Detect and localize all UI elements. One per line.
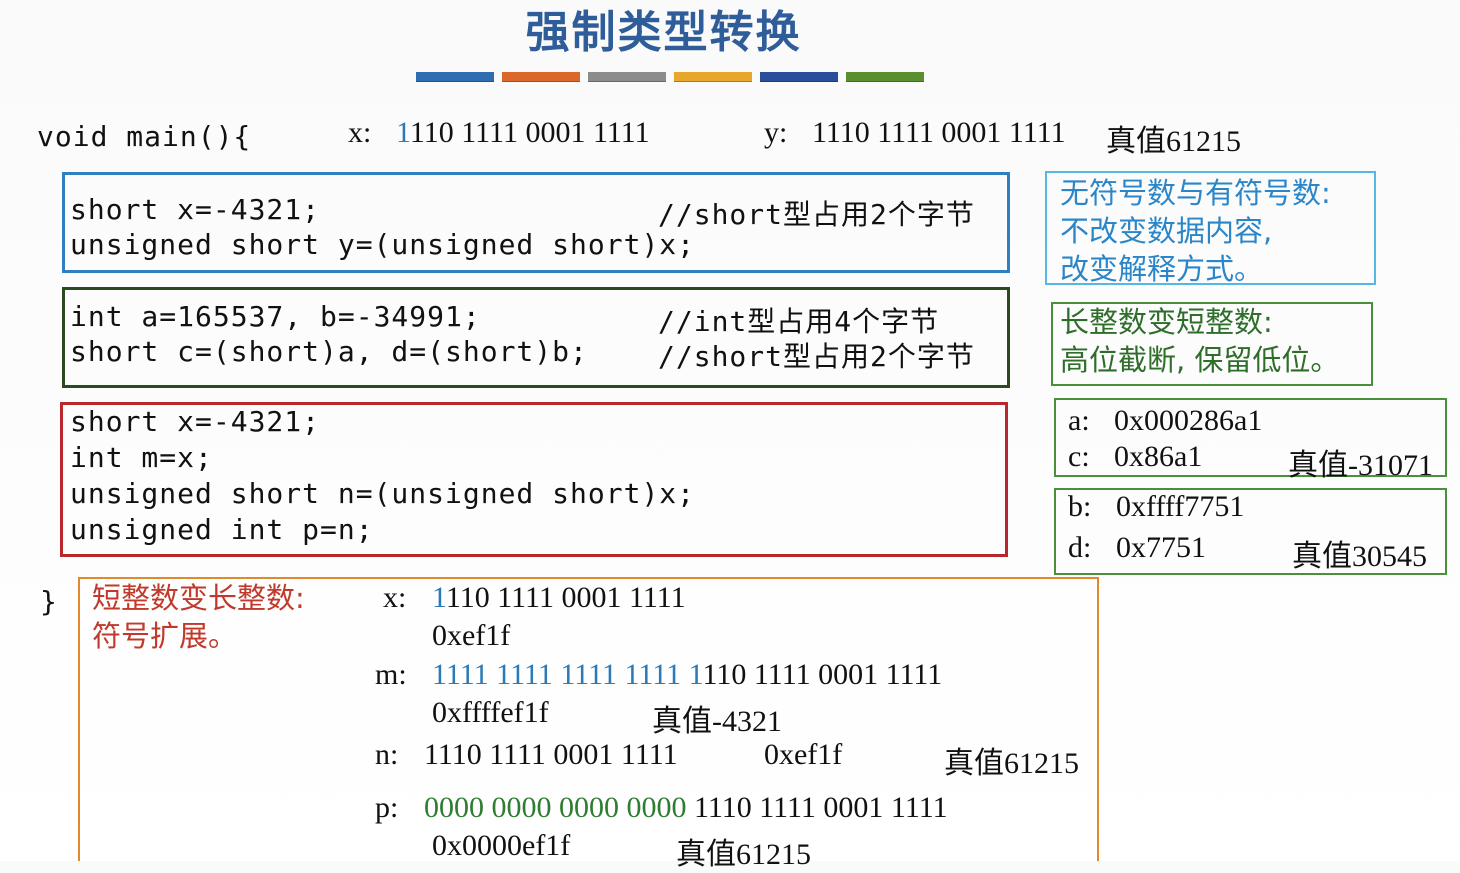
accent-bar — [588, 72, 666, 82]
note-line: 符号扩展。 — [92, 619, 238, 653]
ext-m-sign-extension: 1111 1111 1111 1111 — [432, 658, 682, 691]
code-comment: //int型占用4个字节 — [658, 305, 940, 338]
accent-bar — [846, 72, 924, 82]
ext-p-label: p: — [375, 791, 399, 824]
y-binary-value: 1110 1111 0001 1111 — [812, 116, 1066, 149]
ext-x-sign-bit: 1 — [432, 581, 446, 614]
ext-x-label: x: — [383, 581, 407, 614]
code-line: short x=-4321; — [70, 405, 321, 438]
accent-bar — [502, 72, 580, 82]
c-hex-value: 0x86a1 — [1114, 440, 1203, 473]
code-line: unsigned int p=n; — [70, 513, 374, 546]
y-label: y: — [764, 116, 788, 149]
d-true-value: 真值30545 — [1292, 540, 1427, 573]
ext-m-true-value: 真值-4321 — [652, 705, 782, 738]
ext-m-hex: 0xffffef1f — [432, 696, 549, 729]
ext-m-binary: 1111 1111 1111 1111 1110 1111 0001 1111 — [432, 658, 942, 692]
ext-x-binary: 1110 1111 0001 1111 — [432, 581, 686, 615]
note-line: 不改变数据内容, — [1060, 214, 1273, 248]
ext-p-zero-extension: 0000 0000 0000 0000 — [424, 791, 687, 824]
ext-n-hex: 0xef1f — [764, 738, 843, 771]
ext-m-label: m: — [375, 658, 407, 691]
note-line: 高位截断, 保留低位。 — [1060, 343, 1340, 377]
a-hex-value: 0x000286a1 — [1114, 404, 1263, 437]
ext-m-binary-rest: 110 1111 0001 1111 — [702, 658, 943, 691]
note-line: 长整数变短整数: — [1060, 305, 1273, 339]
c-label: c: — [1068, 440, 1090, 473]
code-line: unsigned short y=(unsigned short)x; — [70, 228, 696, 261]
ext-n-true-value: 真值61215 — [944, 747, 1079, 780]
page-title: 强制类型转换 — [525, 7, 802, 58]
ext-m-sign-bit: 1 — [688, 658, 703, 691]
x-sign-bit: 1 — [396, 116, 410, 149]
note-line: 无符号数与有符号数: — [1060, 176, 1331, 210]
note-line: 改变解释方式。 — [1060, 252, 1264, 286]
note-line: 短整数变长整数: — [92, 581, 305, 615]
b-hex-value: 0xffff7751 — [1116, 490, 1245, 523]
code-comment: //short型占用2个字节 — [658, 340, 975, 373]
y-true-value: 真值61215 — [1106, 125, 1241, 158]
b-label: b: — [1068, 490, 1092, 523]
code-line: int a=165537, b=-34991; — [70, 300, 481, 333]
ext-n-binary: 1110 1111 0001 1111 — [424, 738, 678, 771]
x-binary-rest: 110 1111 0001 1111 — [409, 116, 650, 149]
x-binary-value: 1110 1111 0001 1111 — [396, 116, 650, 150]
accent-bar — [416, 72, 494, 82]
accent-bar — [674, 72, 752, 82]
ext-p-true-value: 真值61215 — [676, 838, 811, 871]
code-line: unsigned short n=(unsigned short)x; — [70, 477, 696, 510]
ext-x-hex: 0xef1f — [432, 619, 511, 652]
code-comment: //short型占用2个字节 — [658, 198, 975, 231]
ext-p-hex: 0x0000ef1f — [432, 829, 571, 862]
x-label: x: — [348, 116, 372, 149]
main-function-header: void main(){ — [37, 120, 252, 153]
ext-p-binary: 0000 0000 0000 0000 1110 1111 0001 1111 — [424, 791, 948, 825]
ext-n-label: n: — [375, 738, 399, 771]
ext-p-binary-rest: 1110 1111 0001 1111 — [694, 791, 948, 824]
closing-brace: } — [40, 585, 58, 618]
code-line: short x=-4321; — [70, 193, 321, 226]
a-label: a: — [1068, 404, 1090, 437]
code-line: short c=(short)a, d=(short)b; — [70, 335, 588, 368]
d-hex-value: 0x7751 — [1116, 531, 1206, 564]
accent-bar — [760, 72, 838, 82]
c-true-value: 真值-31071 — [1288, 449, 1433, 482]
d-label: d: — [1068, 531, 1092, 564]
code-line: int m=x; — [70, 441, 213, 474]
ext-x-binary-rest: 110 1111 0001 1111 — [445, 581, 686, 614]
